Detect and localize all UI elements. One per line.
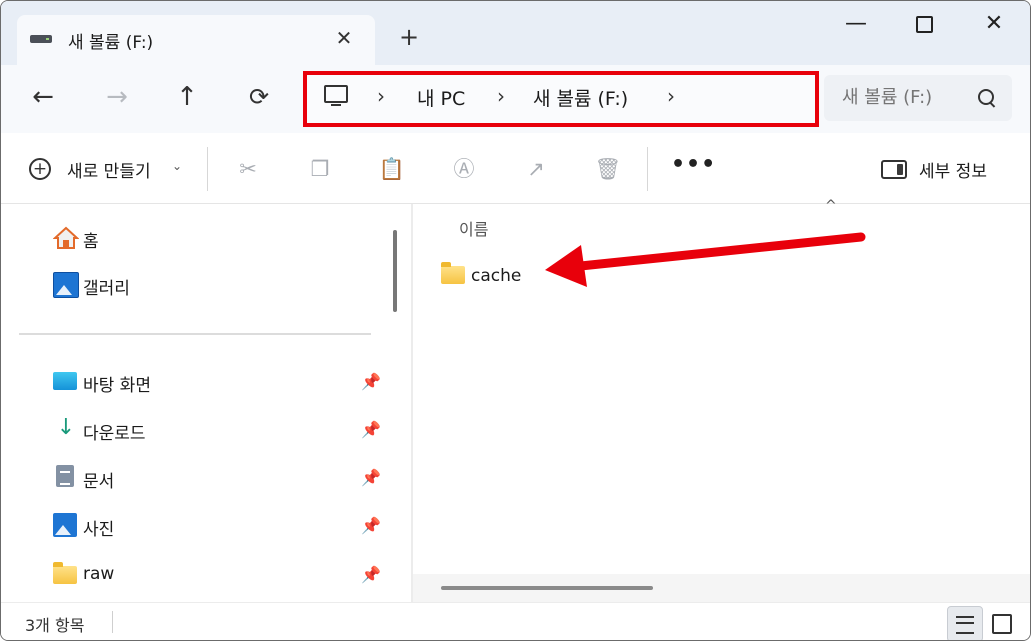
pictures-icon (53, 513, 77, 537)
pin-icon[interactable]: 📌 (361, 468, 381, 487)
plus-icon: + (29, 158, 51, 180)
refresh-button[interactable]: ⟳ (239, 77, 279, 117)
pin-icon[interactable]: 📌 (361, 516, 381, 535)
paste-icon[interactable]: 📋 (378, 155, 406, 183)
annotation-arrow-icon (545, 232, 866, 287)
status-divider (112, 611, 113, 633)
new-label: 새로 만들기 (67, 162, 151, 182)
search-icon[interactable] (978, 89, 994, 105)
documents-icon (56, 465, 74, 487)
more-options-button[interactable]: ••• (671, 153, 715, 183)
pin-icon[interactable]: 📌 (361, 420, 381, 439)
file-name: cache (471, 266, 522, 286)
home-icon (53, 226, 79, 249)
folder-icon (441, 262, 465, 284)
folder-icon (53, 562, 77, 584)
cut-icon[interactable]: ✂ (234, 155, 262, 183)
maximize-button[interactable] (899, 7, 949, 41)
file-explorer-window: 새 볼륨 (F:) ✕ + — ✕ ← → ↑ ⟳ › 내 PC › 새 볼륨 … (0, 0, 1031, 641)
up-button[interactable]: ↑ (167, 77, 207, 117)
tiles-view-icon (992, 613, 1012, 634)
delete-icon[interactable]: 🗑 (594, 155, 622, 183)
sidebar-item-label: 바탕 화면 (83, 376, 151, 396)
details-label: 세부 정보 (919, 162, 987, 182)
tab-title: 새 볼륨 (F:) (68, 33, 154, 53)
pin-icon[interactable]: 📌 (361, 372, 381, 391)
back-button[interactable]: ← (23, 77, 63, 117)
forward-button[interactable]: → (97, 77, 137, 117)
list-view-icon (956, 615, 974, 634)
breadcrumb-new-volume[interactable]: 새 볼륨 (F:) (533, 84, 628, 111)
pin-icon[interactable]: 📌 (361, 565, 381, 584)
rename-icon[interactable]: Ⓐ (450, 155, 478, 183)
sidebar-divider (19, 333, 371, 335)
column-header-name[interactable]: 이름 (459, 216, 488, 240)
new-tab-button[interactable]: + (395, 23, 423, 51)
breadcrumb-separator[interactable]: › (667, 84, 675, 108)
search-input[interactable] (842, 84, 952, 110)
sidebar-item-label: 문서 (83, 472, 115, 492)
computer-icon[interactable] (324, 85, 348, 106)
horizontal-scrollbar[interactable] (441, 586, 653, 590)
breadcrumb-separator[interactable]: › (497, 84, 505, 108)
navigation-pane: 홈 갤러리 바탕 화면 📌 ↓ 다운로드 📌 문서 📌 사진 📌 raw 📌 (1, 204, 413, 602)
search-box[interactable] (824, 75, 1012, 121)
sidebar-scrollbar[interactable] (393, 230, 397, 312)
download-icon: ↓ (56, 415, 76, 440)
breadcrumb-separator[interactable]: › (377, 84, 385, 108)
navigation-bar: ← → ↑ ⟳ › 내 PC › 새 볼륨 (F:) › (1, 65, 1030, 133)
share-icon[interactable]: ↗ (522, 155, 550, 183)
sidebar-item-label: 다운로드 (83, 424, 146, 444)
address-bar[interactable]: › 내 PC › 새 볼륨 (F:) › (303, 71, 819, 127)
title-bar: 새 볼륨 (F:) ✕ + — ✕ (1, 1, 1030, 65)
copy-icon[interactable]: ❐ (306, 155, 334, 183)
sidebar-item-label: 홈 (83, 232, 99, 252)
sort-ascending-icon: ^ (825, 198, 837, 214)
drive-icon (30, 35, 52, 43)
close-window-button[interactable]: ✕ (969, 7, 1019, 41)
item-count: 3개 항목 (25, 616, 85, 635)
tiles-view-button[interactable] (985, 606, 1019, 640)
details-view-button[interactable] (947, 606, 983, 640)
sidebar-item-label: 사진 (83, 520, 115, 540)
chevron-down-icon: ⌄ (172, 159, 183, 173)
sidebar-item-label: 갤러리 (83, 279, 130, 299)
sidebar-item-label: raw (83, 564, 115, 584)
desktop-icon (53, 372, 77, 390)
gallery-icon (53, 272, 79, 298)
tab-new-volume[interactable]: 새 볼륨 (F:) ✕ (17, 15, 375, 65)
tab-close-icon[interactable]: ✕ (331, 25, 357, 51)
breadcrumb-this-pc[interactable]: 내 PC (417, 84, 465, 111)
maximize-icon (915, 15, 933, 33)
details-pane-icon (881, 160, 907, 179)
toolbar-divider (207, 147, 208, 191)
command-bar: + 새로 만들기 ⌄ ✂ ❐ 📋 Ⓐ ↗ 🗑 ••• 세부 정보 (1, 133, 1030, 204)
status-bar: 3개 항목 (1, 602, 1030, 640)
minimize-button[interactable]: — (831, 7, 881, 41)
toolbar-divider (647, 147, 648, 191)
